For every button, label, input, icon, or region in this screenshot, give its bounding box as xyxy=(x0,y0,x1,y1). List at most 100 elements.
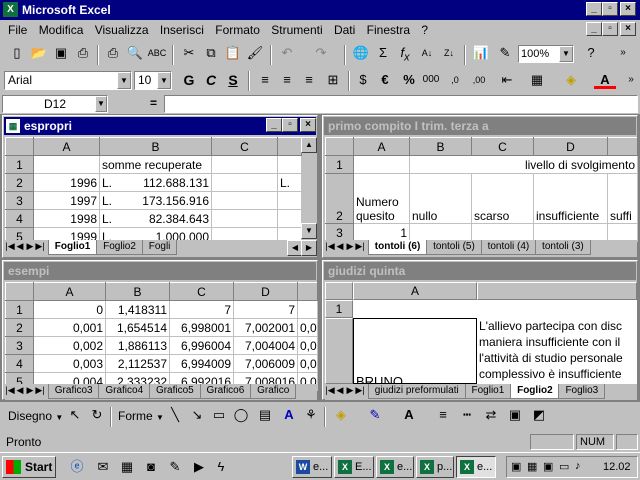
fill-color-icon[interactable]: ◈ xyxy=(560,69,582,91)
col-header[interactable]: A xyxy=(353,282,477,300)
first-sheet-icon[interactable]: |◀ xyxy=(5,241,15,252)
row-header[interactable]: 1 xyxy=(325,155,354,174)
row-header[interactable]: 3 xyxy=(5,191,34,210)
cell[interactable]: 1 xyxy=(353,223,410,242)
menu-help[interactable]: ? xyxy=(417,21,432,40)
col-header[interactable] xyxy=(277,137,302,156)
save-icon[interactable]: ▣ xyxy=(50,42,72,64)
cell[interactable]: 0,0 xyxy=(297,354,318,373)
doc-close-button[interactable]: × xyxy=(620,22,636,36)
cell[interactable]: 0,002 xyxy=(33,336,106,355)
cell[interactable]: 6,996004 xyxy=(169,336,234,355)
print-icon[interactable]: ⎙ xyxy=(102,42,124,64)
line-icon[interactable]: ╲ xyxy=(164,404,186,426)
sort-asc-icon[interactable]: A↓ xyxy=(416,42,438,64)
scheduler-icon[interactable]: ▦ xyxy=(527,460,537,473)
cell[interactable]: 1998 xyxy=(33,209,100,228)
tab-tontoli-4[interactable]: tontoli (4) xyxy=(480,240,537,255)
tab-tontoli-5[interactable]: tontoli (5) xyxy=(426,240,482,255)
row-header[interactable]: 3 xyxy=(325,223,354,242)
monitor-icon[interactable]: ▭ xyxy=(559,460,569,473)
col-header[interactable]: A xyxy=(353,137,410,156)
cell[interactable]: 0,0 xyxy=(297,336,318,355)
internet-explorer-icon[interactable]: ⓔ xyxy=(66,456,88,478)
font-select[interactable]: Arial ▼ xyxy=(4,71,132,90)
cell[interactable]: suffi xyxy=(607,173,638,224)
cell[interactable]: somme recuperate xyxy=(99,155,212,174)
col-header[interactable]: D xyxy=(533,137,608,156)
row-header[interactable]: 2 xyxy=(5,318,34,337)
fill-color-icon[interactable]: ◈ xyxy=(330,404,352,426)
cell[interactable]: 1,418311 xyxy=(105,300,170,319)
maximize-button[interactable]: ▫ xyxy=(282,118,298,132)
window-espropri[interactable]: ▦ espropri _ ▫ × A B C 1 somme recuperat… xyxy=(2,115,318,258)
first-sheet-icon[interactable]: |◀ xyxy=(325,385,335,396)
help-icon[interactable]: ? xyxy=(580,42,602,64)
minimize-button[interactable]: _ xyxy=(266,118,282,132)
cell[interactable] xyxy=(211,173,278,192)
col-header[interactable]: B xyxy=(409,137,472,156)
cell[interactable] xyxy=(607,223,638,242)
last-sheet-icon[interactable]: ▶| xyxy=(35,241,45,252)
menu-dati[interactable]: Dati xyxy=(330,21,359,40)
cell[interactable]: 1996 xyxy=(33,173,100,192)
chevron-down-icon[interactable]: ▼ xyxy=(95,96,107,112)
tab-tontoli-6[interactable]: tontoli (6) xyxy=(367,240,428,255)
outlook-icon[interactable]: ✉ xyxy=(92,456,114,478)
cell[interactable]: L. 173.156.916 xyxy=(99,191,212,210)
autosum-icon[interactable]: Σ xyxy=(372,42,394,64)
shapes-menu-button[interactable]: Forme ▼ xyxy=(118,409,164,423)
cell[interactable]: livello di svolgimento xyxy=(409,155,638,174)
sheet-grid[interactable]: A B C D 1 livello di svolgimento 2 Numer… xyxy=(325,137,638,242)
cell[interactable]: 0,001 xyxy=(33,318,106,337)
sheet-grid[interactable]: A B C D 1 0 1,418311 7 7 2 0,001 1,65451… xyxy=(5,282,318,391)
col-header[interactable] xyxy=(607,137,638,156)
tab-grafico4[interactable]: Grafico4 xyxy=(98,384,151,399)
sheet-grid[interactable]: A B C 1 somme recuperate 2 1996 L. 112.68… xyxy=(5,137,302,246)
menu-file[interactable]: File xyxy=(4,21,31,40)
font-color-icon[interactable]: A xyxy=(398,404,420,426)
row-header[interactable]: 1 xyxy=(5,300,34,319)
select-objects-icon[interactable]: ↖ xyxy=(64,404,86,426)
cell[interactable]: 0,0 xyxy=(297,318,318,337)
window-title-bar[interactable]: giudizi quinta xyxy=(324,262,636,280)
cell[interactable]: L. xyxy=(277,173,302,192)
chart-wizard-icon[interactable]: 📊 xyxy=(470,42,492,64)
prev-sheet-icon[interactable]: ◀ xyxy=(335,385,345,396)
sheet-grid[interactable]: A 1 BRUNO L'allievo partecipa con disc m… xyxy=(325,282,637,384)
col-header[interactable] xyxy=(297,282,318,301)
cell[interactable]: 7,002001 xyxy=(233,318,298,337)
network-icon[interactable]: ▣ xyxy=(511,460,521,473)
merge-center-icon[interactable]: ⊞ xyxy=(322,69,344,91)
paste-icon[interactable]: 📋 xyxy=(222,42,244,64)
select-all[interactable] xyxy=(325,282,353,300)
first-sheet-icon[interactable]: |◀ xyxy=(5,385,15,396)
scroll-down-button[interactable]: ▼ xyxy=(301,223,317,239)
3d-icon[interactable]: ◩ xyxy=(528,404,550,426)
tab-foglio2[interactable]: Foglio2 xyxy=(96,240,143,255)
menu-strumenti[interactable]: Strumenti xyxy=(267,21,326,40)
textbox-icon[interactable]: ▤ xyxy=(254,404,276,426)
name-box[interactable]: D12 ▼ xyxy=(2,95,108,113)
cell[interactable]: 2,112537 xyxy=(105,354,170,373)
chevron-down-icon[interactable]: ▼ xyxy=(157,72,171,89)
thousands-icon[interactable]: 000 xyxy=(420,69,442,91)
cell[interactable]: 7,004004 xyxy=(233,336,298,355)
cell[interactable]: Numero quesito xyxy=(353,173,410,224)
window-title-bar[interactable]: ▦ espropri _ ▫ × xyxy=(4,117,316,135)
line-color-icon[interactable]: ✎ xyxy=(364,404,386,426)
menu-visualizza[interactable]: Visualizza xyxy=(91,21,153,40)
next-sheet-icon[interactable]: ▶ xyxy=(25,241,35,252)
cell[interactable]: 6,998001 xyxy=(169,318,234,337)
cell[interactable] xyxy=(297,300,318,319)
cell[interactable] xyxy=(211,191,278,210)
menu-modifica[interactable]: Modifica xyxy=(35,21,88,40)
cell[interactable]: 7 xyxy=(169,300,234,319)
taskbar-item-excel-2[interactable]: Xe... xyxy=(376,456,414,478)
media-icon[interactable]: ▶ xyxy=(188,456,210,478)
tab-grafico[interactable]: Grafico xyxy=(250,384,297,399)
format-painter-icon[interactable]: 🖌 xyxy=(244,42,266,64)
col-header[interactable]: C xyxy=(471,137,534,156)
minimize-button[interactable]: _ xyxy=(586,2,602,16)
antivirus-icon[interactable]: ▣ xyxy=(543,460,553,473)
